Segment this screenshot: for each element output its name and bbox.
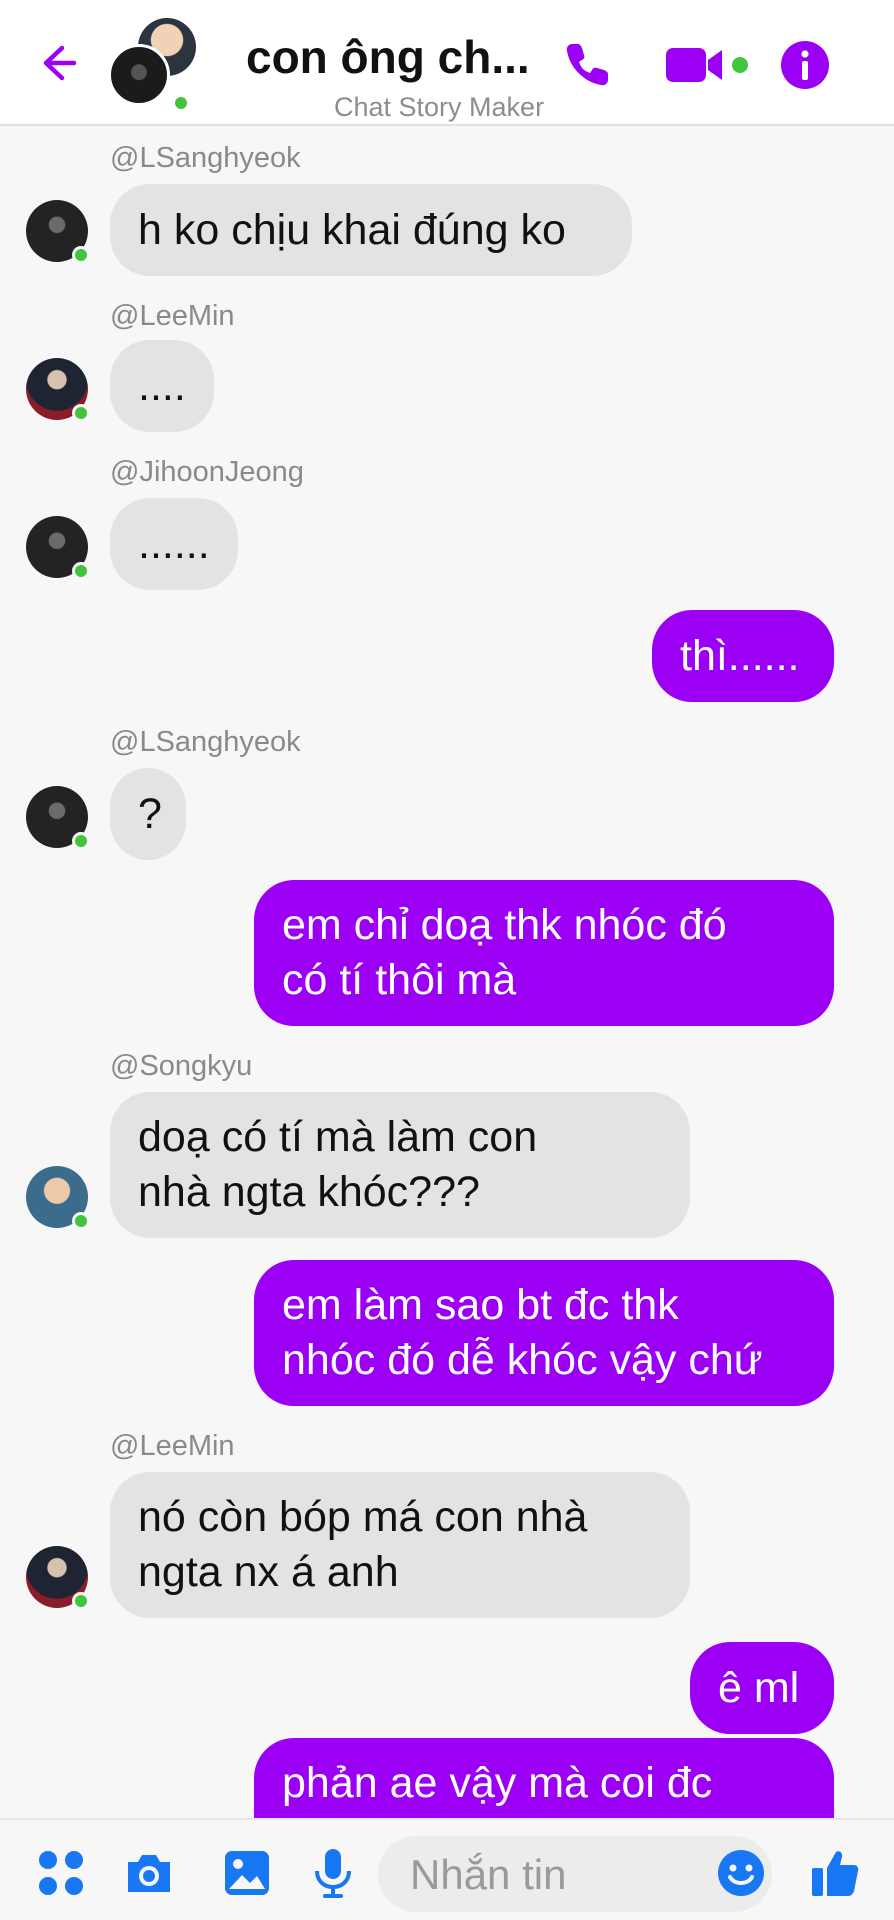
member-avatar [108,44,170,106]
chat-title[interactable]: con ông ch... [246,30,530,84]
sender-avatar[interactable] [26,358,90,422]
sender-avatar[interactable] [26,1546,90,1610]
online-indicator [72,1592,90,1610]
incoming-message-bubble[interactable]: .... [110,340,214,432]
sender-avatar[interactable] [26,516,90,580]
online-indicator [72,404,90,422]
online-indicator [72,832,90,850]
info-icon[interactable] [778,38,832,92]
incoming-message-bubble[interactable]: doạ có tí mà làm con nhà ngta khóc??? [110,1092,690,1238]
microphone-icon[interactable] [306,1846,360,1900]
back-arrow-icon[interactable] [32,38,82,88]
incoming-message-bubble[interactable]: ? [110,768,186,860]
online-indicator [72,246,90,264]
chat-subtitle: Chat Story Maker [334,92,545,122]
image-gallery-icon[interactable] [220,1846,274,1900]
sender-name: @LeeMin [110,1430,235,1462]
message-input-field[interactable] [378,1836,772,1912]
outgoing-message-bubble[interactable]: thì...... [652,610,834,702]
incoming-message-bubble[interactable]: nó còn bóp má con nhà ngta nx á anh [110,1472,690,1618]
message-input[interactable] [408,1848,692,1902]
group-avatar[interactable] [104,18,204,112]
phone-call-icon[interactable] [560,38,614,92]
composer-bar [0,1818,894,1920]
sender-avatar[interactable] [26,200,90,264]
chat-header: con ông ch... Chat Story Maker [0,0,894,126]
online-indicator [72,1212,90,1230]
thumbs-up-icon[interactable] [808,1846,862,1900]
sender-avatar[interactable] [26,786,90,850]
sender-avatar[interactable] [26,1166,90,1230]
sender-name: @LeeMin [110,300,235,332]
online-indicator [72,562,90,580]
outgoing-message-bubble[interactable]: ê ml [690,1642,834,1734]
video-call-icon[interactable] [666,38,752,92]
incoming-message-bubble[interactable]: h ko chịu khai đúng ko [110,184,632,276]
sender-name: @LSanghyeok [110,726,301,758]
online-indicator [172,94,190,112]
outgoing-message-bubble[interactable]: em làm sao bt đc thk nhóc đó dễ khóc vậy… [254,1260,834,1406]
outgoing-message-bubble[interactable]: phản ae vậy mà coi đc [254,1738,834,1818]
camera-icon[interactable] [122,1846,176,1900]
incoming-message-bubble[interactable]: ...... [110,498,238,590]
outgoing-message-bubble[interactable]: em chỉ doạ thk nhóc đó có tí thôi mà [254,880,834,1026]
apps-grid-icon[interactable] [34,1846,88,1900]
sender-name: @LSanghyeok [110,142,301,174]
message-list[interactable]: @LSanghyeok h ko chịu khai đúng ko @LeeM… [0,128,894,1818]
sender-name: @Songkyu [110,1050,253,1082]
sender-name: @JihoonJeong [110,456,304,488]
emoji-icon[interactable] [714,1846,768,1900]
